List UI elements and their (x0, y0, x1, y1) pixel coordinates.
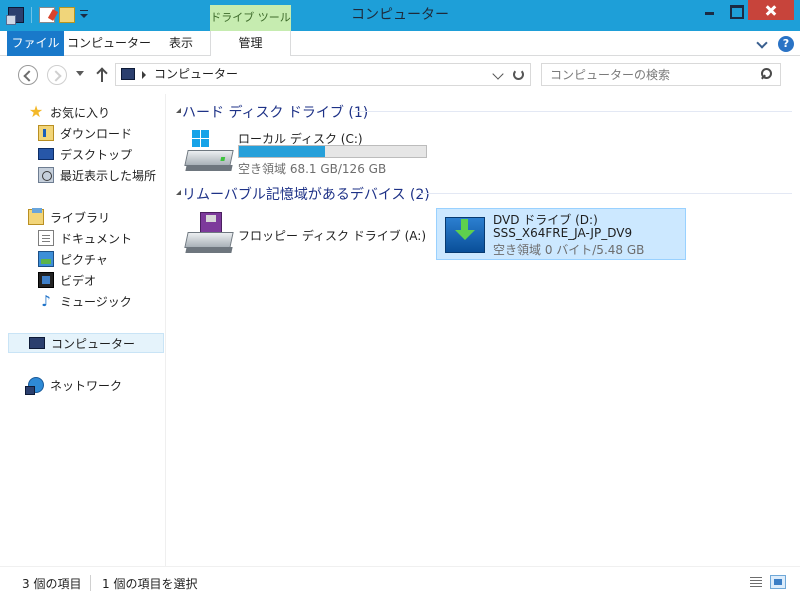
breadcrumb-arrow-icon[interactable] (142, 71, 146, 79)
videos-icon (38, 272, 54, 288)
drive-free-space: 空き領域 0 バイト/5.48 GB (493, 243, 645, 257)
ribbon-tabs: ファイル コンピューター 表示 管理 ? (0, 31, 800, 56)
computer-icon[interactable] (6, 7, 24, 25)
nav-label: コンピューター (51, 336, 136, 351)
tiles-view-icon[interactable] (770, 575, 786, 589)
computer-icon (121, 68, 135, 80)
computer-icon (29, 337, 45, 349)
hard-drive-icon (184, 130, 234, 176)
documents-icon (38, 230, 54, 246)
title-bar: ドライブ ツール コンピューター (0, 0, 800, 31)
star-icon: ★ (28, 102, 44, 121)
context-tab-group-label: ドライブ ツール (210, 5, 291, 31)
recent-places-icon (38, 167, 54, 183)
capacity-bar-fill (239, 146, 326, 157)
tab-view[interactable]: 表示 (152, 31, 210, 56)
capacity-bar (238, 145, 427, 158)
quick-access-toolbar (6, 7, 89, 25)
nav-label: ネットワーク (50, 378, 123, 393)
desktop-icon (38, 148, 54, 160)
nav-label: ライブラリ (50, 210, 111, 225)
nav-label: デスクトップ (60, 147, 133, 162)
address-dropdown-icon[interactable] (492, 68, 504, 80)
back-button[interactable] (18, 65, 38, 85)
drive-tile-a[interactable]: フロッピー ディスク ドライブ (A:) (184, 212, 427, 260)
drive-name: フロッピー ディスク ドライブ (A:) (238, 229, 427, 243)
refresh-icon[interactable] (513, 69, 524, 80)
search-box[interactable] (541, 63, 781, 86)
nav-item-music[interactable]: ♪ ミュージック (8, 291, 164, 311)
navigation-pane: ★ お気に入り ダウンロード デスクトップ 最近表示した場所 ライブラリ ドキュ… (0, 94, 166, 566)
navigation-bar: コンピューター (0, 57, 800, 93)
nav-label: ミュージック (60, 294, 132, 309)
nav-label: ビデオ (60, 273, 97, 288)
recent-locations-button[interactable] (76, 71, 84, 76)
content-pane: ハード ディスク ドライブ (1) ローカル ディスク (C:) 空き領域 68… (167, 94, 800, 566)
floppy-drive-icon (184, 212, 234, 258)
drive-free-space: 空き領域 68.1 GB/126 GB (238, 162, 387, 176)
nav-computer[interactable]: コンピューター (8, 333, 164, 353)
volume-label: SSS_X64FRE_JA-JP_DV9 (493, 226, 633, 240)
details-view-icon[interactable] (748, 575, 764, 589)
tab-computer[interactable]: コンピューター (66, 31, 152, 56)
nav-label: ドキュメント (60, 231, 133, 246)
search-icon[interactable] (761, 68, 772, 79)
nav-label: ピクチャ (60, 252, 108, 267)
status-item-count: 3 個の項目 (22, 577, 82, 591)
nav-item-downloads[interactable]: ダウンロード (8, 123, 164, 143)
window-title: コンピューター (351, 7, 449, 23)
toolbar-separator (31, 7, 32, 23)
new-folder-icon[interactable] (59, 7, 75, 23)
group-divider (418, 193, 792, 194)
expand-ribbon-icon[interactable] (756, 38, 768, 50)
nav-item-documents[interactable]: ドキュメント (8, 228, 164, 248)
search-input[interactable] (550, 66, 755, 83)
minimize-button[interactable] (696, 0, 722, 20)
help-icon[interactable]: ? (778, 36, 794, 52)
nav-network[interactable]: ネットワーク (8, 375, 164, 395)
maximize-button[interactable] (722, 0, 748, 20)
breadcrumb-computer[interactable]: コンピューター (154, 64, 238, 85)
close-button[interactable] (748, 0, 794, 20)
pictures-icon (38, 251, 54, 267)
status-selection: 1 個の項目を選択 (102, 577, 198, 591)
group-title: リムーバブル記憶域があるデバイス (2) (182, 187, 430, 203)
ribbon-right-controls: ? (756, 36, 794, 52)
music-icon: ♪ (41, 292, 51, 310)
nav-item-videos[interactable]: ビデオ (8, 270, 164, 290)
dvd-drive-icon (441, 211, 489, 257)
group-title: ハード ディスク ドライブ (1) (182, 105, 369, 121)
windows-logo-icon (192, 130, 210, 148)
tab-file[interactable]: ファイル (7, 31, 64, 56)
nav-label: お気に入り (50, 105, 111, 120)
library-icon (28, 208, 44, 225)
nav-label: 最近表示した場所 (60, 168, 157, 183)
nav-item-recent-places[interactable]: 最近表示した場所 (8, 165, 164, 185)
group-header-removable[interactable]: リムーバブル記憶域があるデバイス (2) (176, 184, 430, 204)
window-controls (696, 0, 794, 20)
nav-label: ダウンロード (60, 126, 133, 141)
group-header-hard-disk[interactable]: ハード ディスク ドライブ (1) (176, 102, 368, 122)
nav-favorites[interactable]: ★ お気に入り (8, 102, 164, 122)
properties-icon[interactable] (39, 7, 55, 23)
nav-item-pictures[interactable]: ピクチャ (8, 249, 164, 269)
customize-toolbar-icon[interactable] (79, 7, 89, 23)
drive-tile-d-content[interactable]: DVD ドライブ (D:) SSS_X64FRE_JA-JP_DV9 空き領域 … (441, 211, 681, 259)
tab-manage[interactable]: 管理 (210, 31, 291, 56)
downloads-folder-icon (38, 125, 54, 141)
forward-button[interactable] (47, 65, 67, 85)
nav-libraries[interactable]: ライブラリ (8, 207, 164, 227)
view-toggles (748, 575, 786, 589)
group-divider (352, 111, 792, 112)
nav-item-desktop[interactable]: デスクトップ (8, 144, 164, 164)
address-bar[interactable]: コンピューター (115, 63, 531, 86)
status-separator (90, 575, 91, 591)
up-button[interactable] (95, 66, 109, 84)
network-icon (25, 377, 44, 395)
status-bar: 3 個の項目 1 個の項目を選択 (0, 566, 800, 600)
